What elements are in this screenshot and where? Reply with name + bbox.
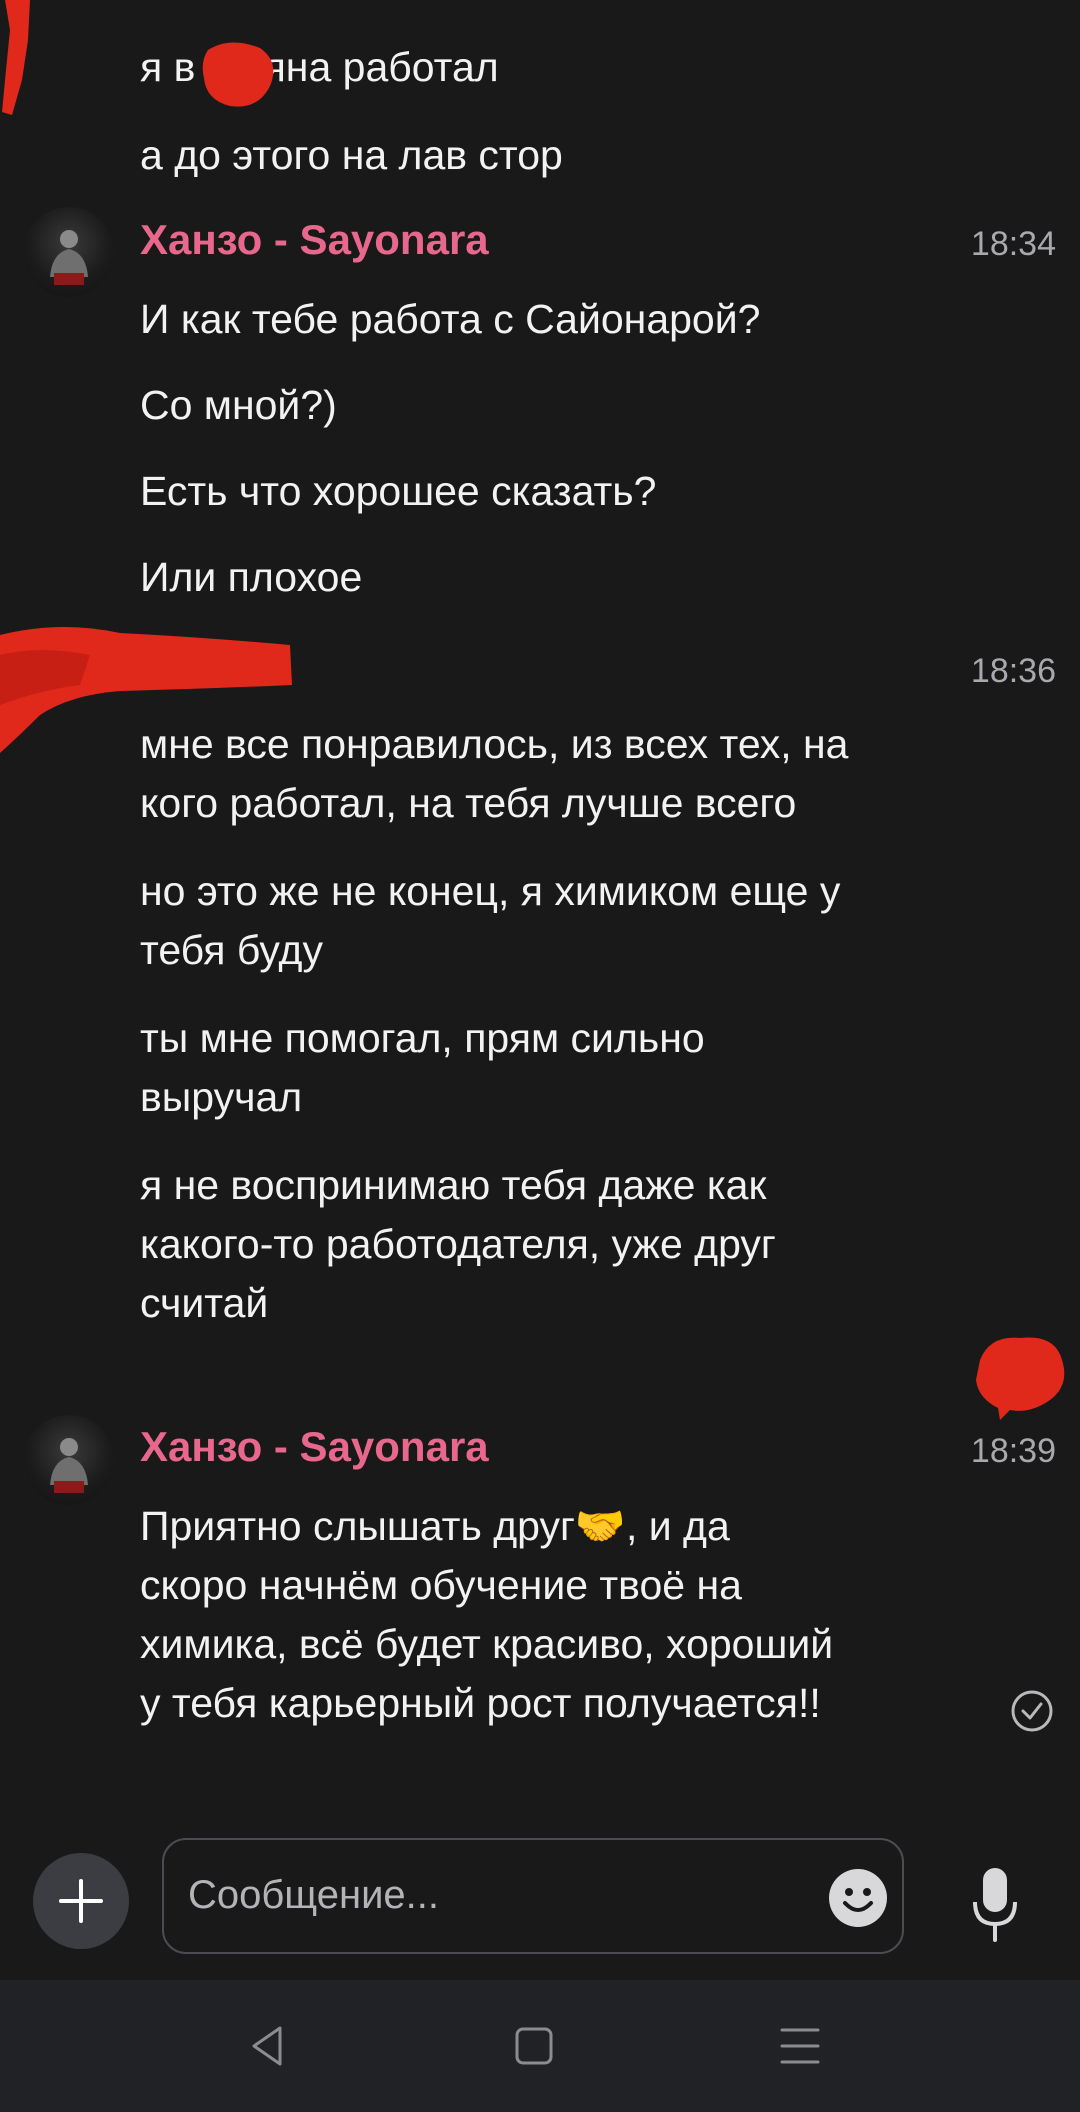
author-name[interactable]: Ханзо - Sayonara — [140, 216, 489, 264]
message-line: но это же не конец, я химиком еще у тебя… — [140, 868, 841, 973]
message-line: я не воспринимаю тебя даже как какого-то… — [140, 1162, 776, 1326]
timestamp: 18:36 — [970, 652, 1056, 690]
redaction-scribble — [976, 1337, 1065, 1420]
home-square-icon[interactable] — [506, 2018, 562, 2074]
avatar-figure-icon — [50, 230, 88, 285]
avatar[interactable] — [24, 207, 114, 297]
message-line: мне все понравилось, из всех тех, на ког… — [140, 721, 849, 826]
message-line: а до этого на лав стор — [140, 132, 563, 178]
redaction-scribble — [2, 0, 30, 115]
message-line: Приятно слышать друг🤝, и да скоро начнём… — [140, 1503, 834, 1726]
plus-icon — [59, 1879, 103, 1923]
attach-button[interactable] — [33, 1853, 129, 1949]
message-input[interactable]: Сообщение... — [162, 1838, 904, 1954]
message-input-placeholder: Сообщение... — [188, 1873, 440, 1917]
redaction-scribble — [202, 42, 274, 107]
timestamp: 18:39 — [970, 1432, 1056, 1470]
message-line: Или плохое — [140, 554, 363, 600]
avatar[interactable] — [24, 1415, 114, 1505]
menu-lines-icon[interactable] — [772, 2018, 828, 2074]
read-check-icon — [1011, 1690, 1053, 1732]
microphone-icon[interactable] — [970, 1866, 1020, 1946]
emoji-icon[interactable] — [828, 1868, 888, 1928]
avatar-figure-icon — [50, 1438, 88, 1493]
system-nav-bar — [0, 1980, 1080, 2112]
author-name[interactable]: Ханзо - Sayonara — [140, 1423, 489, 1471]
timestamp: 18:34 — [970, 225, 1056, 263]
message-line: Со мной?) — [140, 382, 337, 428]
back-triangle-icon[interactable] — [240, 2018, 296, 2074]
message-line: ты мне помогал, прям сильно выручал — [140, 1015, 705, 1120]
message-line: И как тебе работа с Сайонарой? — [140, 296, 761, 342]
message-line: Есть что хорошее сказать? — [140, 468, 657, 514]
